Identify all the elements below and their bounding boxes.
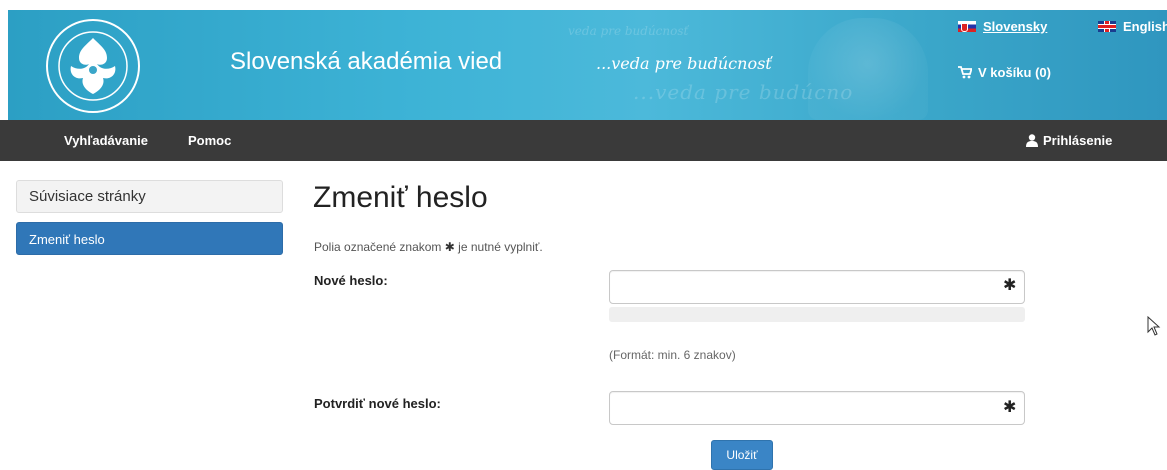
required-fields-note: Polia označené znakom ✱ je nutné vyplniť… xyxy=(314,240,543,254)
confirm-password-label: Potvrdiť nové heslo: xyxy=(314,396,441,411)
required-asterisk-icon: ✱ xyxy=(1003,277,1017,294)
login-link[interactable]: Prihlásenie xyxy=(1026,133,1112,148)
nav-item-search[interactable]: Vyhľadávanie xyxy=(64,133,148,148)
page-title: Zmeniť heslo xyxy=(313,181,488,214)
tagline: ...veda pre budúcnosť xyxy=(596,54,772,73)
sav-logo-icon[interactable] xyxy=(45,18,141,114)
banner-ghost-text: ...veda pre budúcno xyxy=(633,80,854,104)
sidebar-heading: Súvisiace stránky xyxy=(16,180,283,213)
main-navbar: Vyhľadávanie Pomoc Prihlásenie xyxy=(0,120,1167,161)
required-asterisk-icon: ✱ xyxy=(444,240,455,254)
password-format-hint: (Formát: min. 6 znakov) xyxy=(609,348,736,362)
language-label: English xyxy=(1123,19,1167,34)
shopping-cart-icon xyxy=(958,66,972,79)
cart-label: V košíku (0) xyxy=(978,65,1051,80)
login-label: Prihlásenie xyxy=(1043,133,1113,148)
language-link-slovak[interactable]: Slovensky xyxy=(958,19,1047,34)
new-password-input[interactable] xyxy=(609,270,1025,304)
site-title[interactable]: Slovenská akadémia vied xyxy=(230,48,502,76)
mouse-cursor-icon xyxy=(1147,316,1161,336)
language-label: Slovensky xyxy=(983,19,1048,34)
nav-item-help[interactable]: Pomoc xyxy=(188,133,231,148)
password-strength-bar xyxy=(609,307,1025,322)
required-note-text: je nutné vyplniť. xyxy=(458,240,543,254)
required-asterisk-icon: ✱ xyxy=(1003,399,1017,416)
save-button[interactable]: Uložiť xyxy=(711,440,773,470)
cart-link[interactable]: V košíku (0) xyxy=(958,65,1051,80)
language-link-english[interactable]: English xyxy=(1098,19,1167,34)
uk-flag-icon xyxy=(1098,21,1116,32)
slovak-flag-icon xyxy=(958,21,976,32)
banner-ghost-text: veda pre budúcnosť xyxy=(568,24,689,38)
user-icon xyxy=(1026,134,1038,147)
new-password-label: Nové heslo: xyxy=(314,273,388,288)
required-note-text: Polia označené znakom xyxy=(314,240,442,254)
sidebar-item-change-password[interactable]: Zmeniť heslo xyxy=(16,222,283,255)
confirm-password-input[interactable] xyxy=(609,391,1025,425)
banner-decoration xyxy=(808,18,928,120)
header-banner: veda pre budúcnosť ...veda pre budúcno S… xyxy=(8,10,1167,120)
